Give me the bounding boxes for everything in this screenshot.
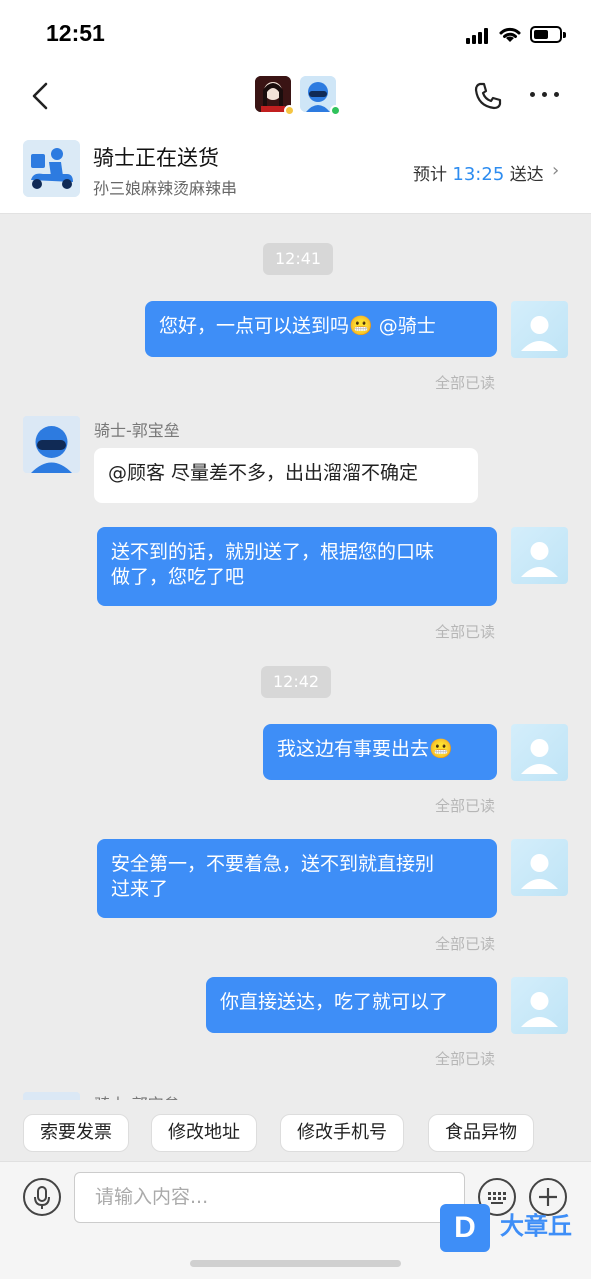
eta-text: 预计 13:25 送达 [413, 160, 544, 185]
time-divider: 12:41 [263, 243, 334, 275]
eta-prefix: 预计 [413, 165, 447, 185]
order-status-title: 骑士正在送货 [93, 146, 219, 170]
read-receipt: 全部已读 [434, 935, 495, 953]
user-avatar[interactable] [511, 839, 568, 896]
eta-suffix: 送达 [509, 165, 544, 185]
read-receipt: 全部已读 [434, 374, 495, 392]
message-line: 过来了 [111, 878, 169, 900]
back-icon[interactable] [24, 78, 60, 114]
message-outgoing[interactable]: 我这边有事要出去😬 [263, 724, 497, 780]
read-receipt: 全部已读 [434, 623, 495, 641]
phone-icon[interactable] [472, 80, 504, 112]
signal-icon [466, 28, 490, 44]
mic-icon[interactable] [23, 1178, 61, 1216]
watermark-text: 大章丘 [500, 1212, 572, 1240]
rider-avatar[interactable] [23, 416, 80, 473]
shop-name: 孙三娘麻辣烫麻辣串 [93, 179, 238, 198]
message-outgoing[interactable]: 您好，一点可以送到吗😬 @骑士 [145, 301, 497, 357]
delivery-scooter-icon [23, 140, 80, 197]
nav-bar [0, 68, 591, 130]
quick-reply-foreign-object[interactable]: 食品异物 [428, 1114, 534, 1152]
status-bar: 12:51 [0, 0, 591, 68]
user-avatar[interactable] [511, 977, 568, 1034]
message-incoming[interactable]: @顾客 尽量差不多，出出溜溜不确定 [94, 448, 478, 503]
eta-time: 13:25 [452, 164, 505, 185]
quick-reply-invoice[interactable]: 索要发票 [23, 1114, 129, 1152]
home-indicator [190, 1260, 401, 1267]
quick-reply-bar: 索要发票 修改地址 修改手机号 食品异物 [0, 1100, 591, 1160]
message-outgoing[interactable]: 送不到的话，就别送了，根据您的口味 做了，您吃了吧 [97, 527, 497, 606]
order-status-bar[interactable]: 骑士正在送货 孙三娘麻辣烫麻辣串 预计 13:25 送达 › [0, 130, 591, 214]
wifi-icon [499, 27, 521, 42]
sender-name: 骑士-郭宝垒 [94, 421, 180, 440]
battery-icon [530, 26, 566, 43]
user-avatar[interactable] [511, 527, 568, 584]
shop-status-dot [284, 105, 295, 116]
message-line: 安全第一，不要着急，送不到就直接别 [111, 853, 435, 875]
message-outgoing[interactable]: 你直接送达，吃了就可以了 [206, 977, 497, 1033]
status-time: 12:51 [46, 20, 105, 46]
quick-reply-address[interactable]: 修改地址 [151, 1114, 257, 1152]
rider-status-dot [330, 105, 341, 116]
message-input[interactable]: 请输入内容... [74, 1172, 465, 1223]
read-receipt: 全部已读 [434, 797, 495, 815]
message-outgoing[interactable]: 安全第一，不要着急，送不到就直接别 过来了 [97, 839, 497, 918]
time-divider: 12:42 [261, 666, 332, 698]
user-avatar[interactable] [511, 724, 568, 781]
chevron-right-icon[interactable]: › [552, 160, 559, 181]
message-line: 送不到的话，就别送了，根据您的口味 [111, 541, 435, 563]
read-receipt: 全部已读 [434, 1050, 495, 1068]
user-avatar[interactable] [511, 301, 568, 358]
watermark-logo: D [440, 1204, 490, 1252]
quick-reply-phone[interactable]: 修改手机号 [280, 1114, 404, 1152]
message-line: 做了，您吃了吧 [111, 566, 245, 588]
more-icon[interactable] [530, 90, 562, 100]
